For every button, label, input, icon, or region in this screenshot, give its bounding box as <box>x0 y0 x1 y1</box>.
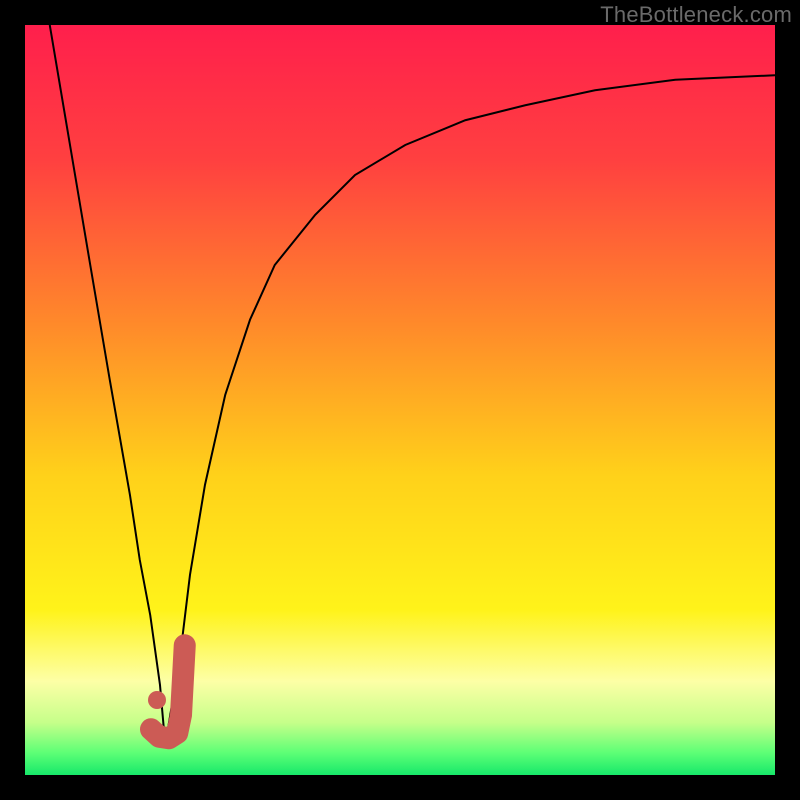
j-marker-dot <box>148 691 166 709</box>
gradient-background <box>25 25 775 775</box>
plot-area <box>25 25 775 775</box>
chart-frame: TheBottleneck.com <box>0 0 800 800</box>
plot-svg <box>25 25 775 775</box>
